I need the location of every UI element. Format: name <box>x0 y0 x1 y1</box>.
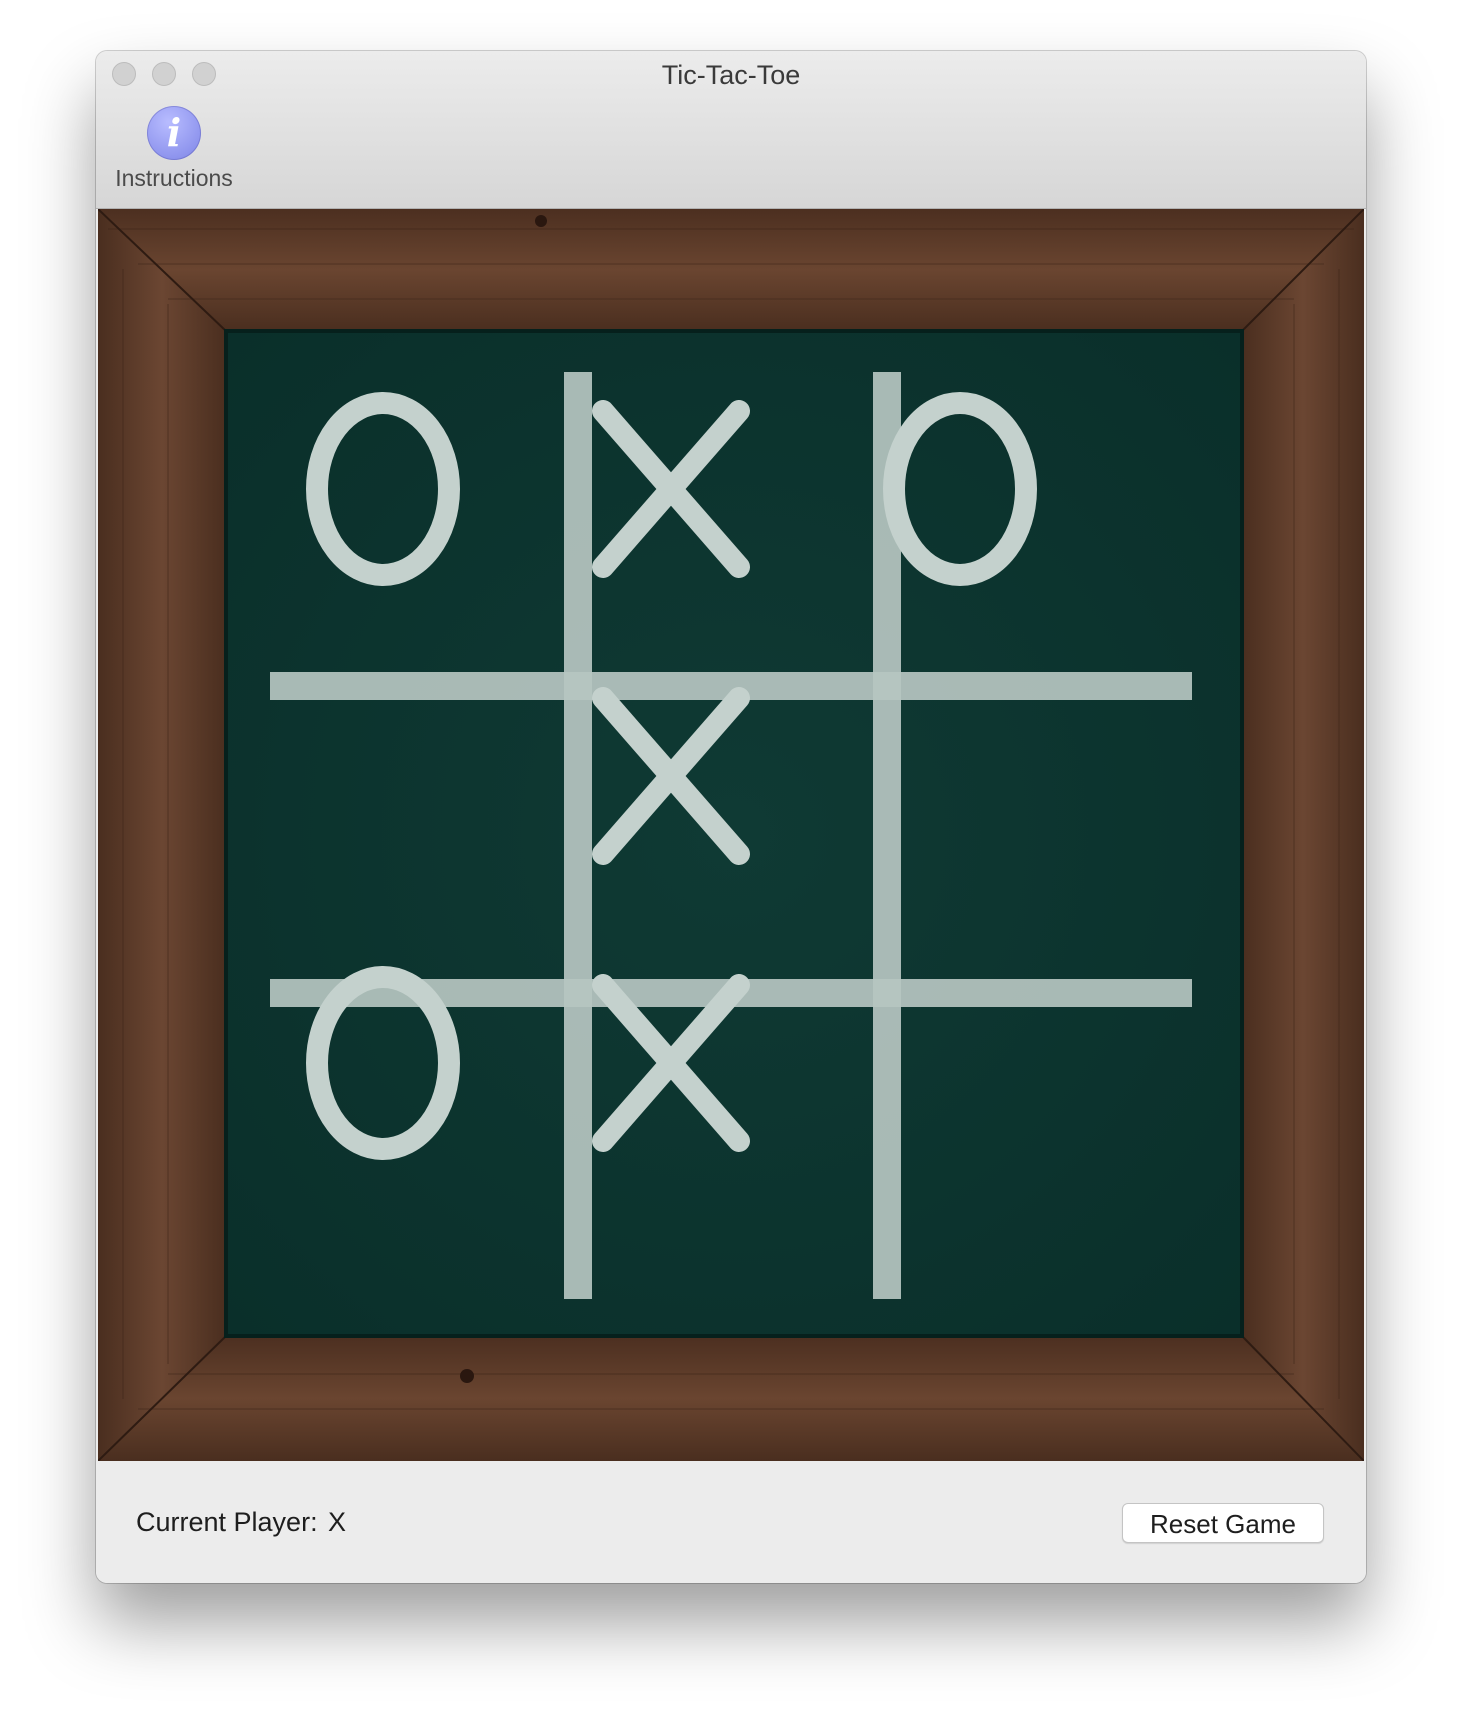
status-bar: Current Player: X Reset Game <box>96 1461 1366 1583</box>
instructions-label: Instructions <box>115 165 233 191</box>
app-window: Tic-Tac-Toe i Instructions Current Playe… <box>96 51 1366 1583</box>
board-cells <box>248 392 1095 1198</box>
frame-top <box>98 209 1364 331</box>
current-player-value: X <box>328 1507 347 1537</box>
window-title: Tic-Tac-Toe <box>661 60 801 90</box>
info-icon: i <box>147 106 201 160</box>
board-cell-r2-c1[interactable] <box>248 641 518 911</box>
board-cell-r3-c3[interactable] <box>825 928 1095 1198</box>
frame-left <box>98 209 226 1461</box>
chalkboard-svg <box>98 209 1364 1461</box>
frame-right <box>1242 209 1364 1461</box>
instructions-button[interactable]: i Instructions <box>110 106 238 201</box>
current-player-label: Current Player: <box>136 1507 318 1537</box>
reset-game-button[interactable]: Reset Game <box>1122 1503 1324 1543</box>
game-board <box>98 209 1364 1461</box>
wood-knot <box>535 215 547 227</box>
board-cell-r2-c3[interactable] <box>825 641 1095 911</box>
frame-bottom <box>98 1336 1364 1461</box>
wood-knot <box>460 1369 474 1383</box>
titlebar: Tic-Tac-Toe i Instructions <box>96 51 1366 209</box>
